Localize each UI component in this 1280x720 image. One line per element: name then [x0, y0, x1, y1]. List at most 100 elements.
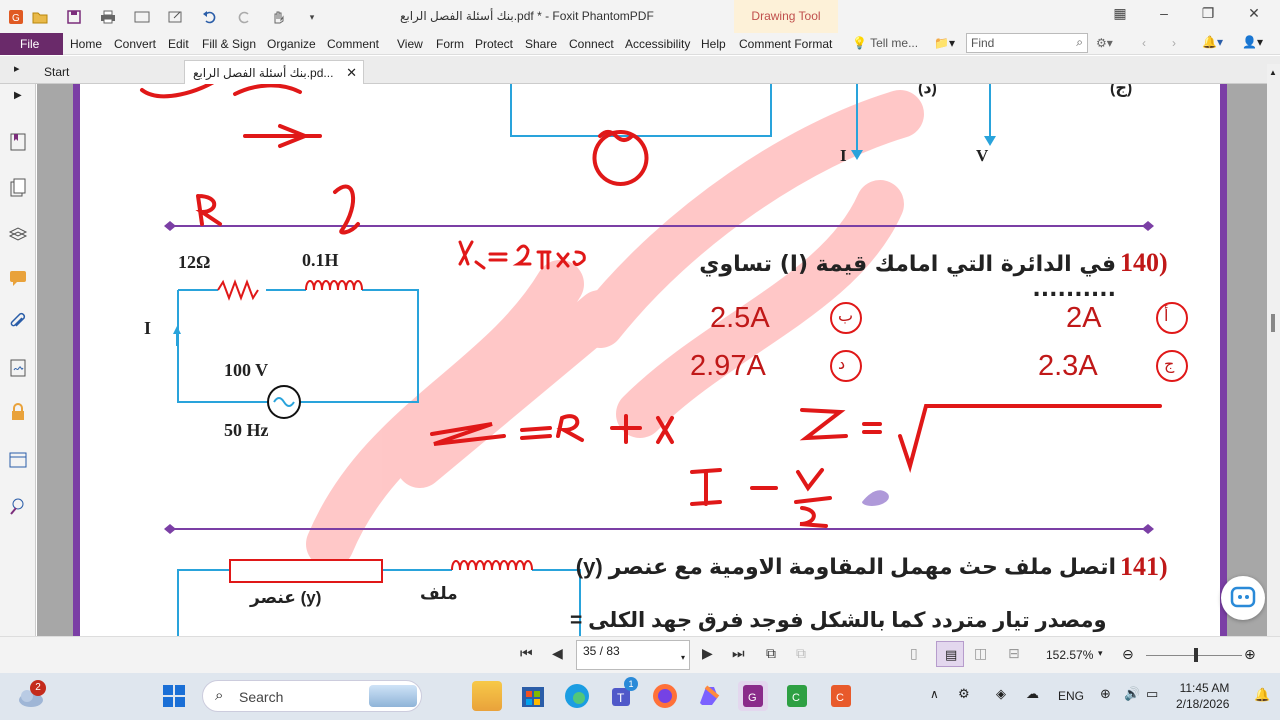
vertical-scrollbar[interactable]: ▲ [1267, 64, 1280, 636]
page-number-input[interactable]: 35 / 83 ▾ [576, 640, 690, 670]
menu-comment-format[interactable]: Comment Format [739, 37, 832, 51]
drawing-tool-context-tab[interactable]: Drawing Tool [734, 0, 838, 33]
next-page-icon[interactable]: ▶ [702, 645, 713, 662]
back-nav-icon[interactable]: ‹ [1142, 36, 1146, 50]
previous-page-icon[interactable]: ◀ [552, 645, 563, 662]
option-c-letter: ج [1164, 356, 1175, 373]
create-icon[interactable] [132, 7, 152, 27]
find-input[interactable]: Find ⌕ [966, 33, 1088, 53]
pages-thumbnail-icon[interactable] [8, 178, 28, 198]
open-folder-icon[interactable] [30, 7, 50, 27]
edge-browser-icon[interactable] [562, 681, 592, 711]
notification-bell-icon[interactable]: 🔔▾ [1202, 35, 1223, 49]
edit-icon[interactable] [166, 7, 186, 27]
network-icon[interactable]: ⊕ [1100, 686, 1111, 702]
foxit-pdf-icon[interactable]: G [738, 681, 768, 711]
menu-convert[interactable]: Convert [114, 37, 156, 51]
content-icon[interactable] [8, 450, 28, 470]
menu-view[interactable]: View [397, 37, 423, 51]
print-icon[interactable] [98, 7, 118, 27]
previous-view-icon[interactable]: ⧉ [766, 645, 776, 662]
pdf-page: I V (د) (ج) 12Ω 0.1H I 100 V 50 Hz 140) … [73, 84, 1227, 636]
signatures-icon[interactable] [8, 358, 28, 378]
restore-button[interactable]: ❐ [1196, 5, 1220, 27]
menu-help[interactable]: Help [701, 37, 726, 51]
continuous-view-button[interactable]: ▤ [936, 641, 964, 667]
scroll-thumb[interactable] [1271, 314, 1275, 332]
scroll-up-icon[interactable]: ▲ [1269, 68, 1277, 77]
user-account-icon[interactable]: 👤▾ [1242, 35, 1263, 49]
first-page-icon[interactable]: ⏮ [520, 645, 533, 662]
zoom-dropdown-icon[interactable]: ▾ [1098, 648, 1103, 659]
find-options-icon[interactable]: 📁▾ [934, 36, 955, 50]
undo-icon[interactable] [200, 7, 220, 27]
volume-icon[interactable]: 🔊 [1124, 686, 1140, 702]
expand-panel-icon[interactable]: ▶ [14, 90, 34, 110]
onedrive-tray-icon[interactable]: ☁ [1026, 686, 1039, 702]
menu-form[interactable]: Form [436, 37, 464, 51]
menu-share[interactable]: Share [525, 37, 557, 51]
security-tray-icon[interactable]: ◈ [996, 686, 1006, 702]
zoom-level[interactable]: 152.57% [1046, 648, 1093, 662]
hand-tool-icon[interactable] [268, 7, 288, 27]
tell-me-field[interactable]: 💡 Tell me... [852, 36, 918, 50]
menu-protect[interactable]: Protect [475, 37, 513, 51]
zoom-slider-thumb[interactable] [1194, 648, 1198, 662]
page-dropdown-icon[interactable]: ▾ [681, 653, 685, 662]
language-indicator[interactable]: ENG [1058, 689, 1084, 703]
teams-icon[interactable]: T 1 [608, 677, 638, 711]
destinations-icon[interactable] [8, 496, 28, 516]
menu-organize[interactable]: Organize [267, 37, 316, 51]
menu-comment[interactable]: Comment [327, 37, 379, 51]
zoom-in-icon[interactable]: ⊕ [1244, 646, 1256, 663]
attachments-icon[interactable] [8, 312, 28, 332]
file-menu-button[interactable]: File [0, 33, 63, 55]
start-button[interactable] [162, 684, 186, 708]
menu-home[interactable]: Home [70, 37, 102, 51]
tab-close-icon[interactable]: ✕ [346, 65, 357, 81]
svg-text:G: G [748, 692, 757, 704]
weather-widget[interactable]: 2 [16, 680, 46, 710]
camtasia-green-icon[interactable]: C [782, 681, 812, 711]
close-button[interactable]: ✕ [1242, 5, 1266, 27]
tab-document[interactable]: بنك أسئلة الفصل الرابع.pd... ✕ [184, 60, 364, 84]
notification-center-icon[interactable]: 🔔 [1254, 687, 1270, 703]
save-icon[interactable] [64, 7, 84, 27]
forward-nav-icon[interactable]: › [1172, 36, 1176, 50]
continuous-facing-icon[interactable]: ⊟ [1008, 645, 1020, 662]
customize-dropdown-icon[interactable]: ▾ [302, 7, 322, 27]
menu-fill-sign[interactable]: Fill & Sign [202, 37, 256, 51]
security-lock-icon[interactable] [8, 402, 28, 422]
document-viewport[interactable]: I V (د) (ج) 12Ω 0.1H I 100 V 50 Hz 140) … [37, 84, 1267, 636]
single-page-view-icon[interactable]: ▯ [910, 645, 918, 662]
ribbon-display-icon[interactable]: ▦ [1108, 5, 1132, 27]
battery-icon[interactable]: ▭ [1146, 686, 1158, 702]
copilot-icon[interactable] [694, 681, 724, 711]
layers-icon[interactable] [8, 224, 28, 244]
store-app-icon[interactable] [518, 681, 548, 711]
bluetooth-tray-icon[interactable]: ⚙ [958, 686, 970, 702]
system-clock[interactable]: 11:45 AM 2/18/2026 [1176, 680, 1229, 712]
tab-start[interactable]: Start [36, 60, 184, 84]
tab-list-icon[interactable]: ▸ [14, 62, 20, 75]
show-hidden-icons[interactable]: ∧ [930, 687, 939, 701]
menu-accessibility[interactable]: Accessibility [625, 37, 690, 51]
settings-gear-icon[interactable]: ⚙▾ [1096, 36, 1113, 50]
menu-edit[interactable]: Edit [168, 37, 189, 51]
next-view-icon[interactable]: ⧉ [796, 645, 806, 662]
search-icon[interactable]: ⌕ [1076, 35, 1083, 50]
comments-icon[interactable] [8, 268, 28, 288]
firefox-icon[interactable] [650, 681, 680, 711]
camtasia-orange-icon[interactable]: C [826, 681, 856, 711]
bookmarks-icon[interactable] [8, 132, 28, 152]
menu-connect[interactable]: Connect [569, 37, 614, 51]
chat-assistant-button[interactable] [1221, 576, 1265, 620]
last-page-icon[interactable]: ⏭ [732, 645, 745, 662]
file-explorer-icon[interactable] [472, 681, 502, 711]
redo-icon[interactable] [234, 7, 254, 27]
minimize-button[interactable]: ‒ [1152, 5, 1176, 27]
facing-view-icon[interactable]: ◫ [974, 645, 987, 662]
taskbar-search[interactable]: ⌕ Search [202, 680, 422, 712]
zoom-out-icon[interactable]: ⊖ [1122, 646, 1134, 663]
status-bar: ⏮ ◀ 35 / 83 ▾ ▶ ⏭ ⧉ ⧉ ▯ ▤ ◫ ⊟ 152.57% ▾ … [0, 636, 1280, 673]
